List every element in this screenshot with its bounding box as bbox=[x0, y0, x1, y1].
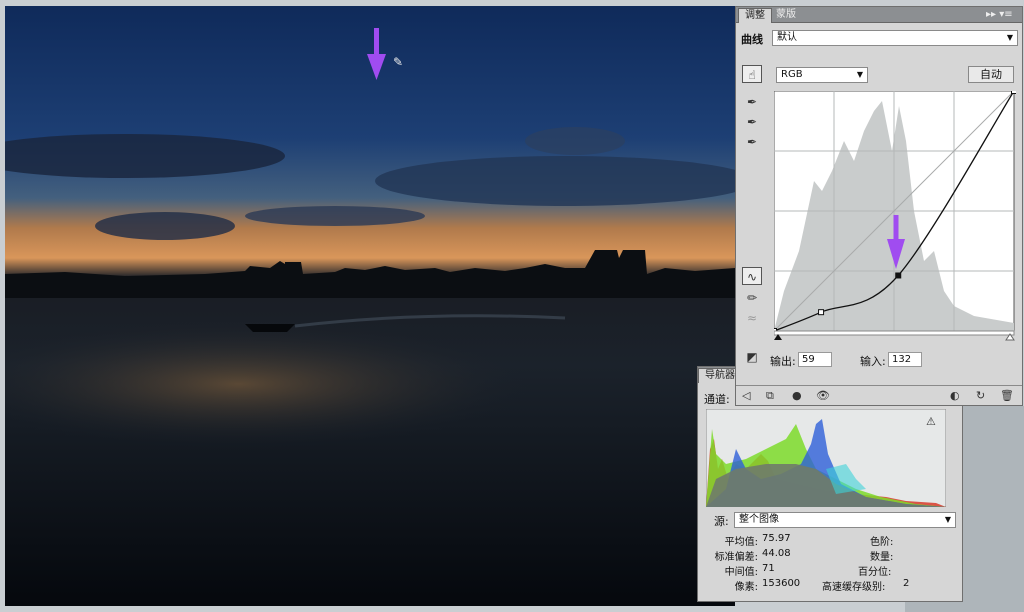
trash-icon[interactable]: 🗑 bbox=[1000, 389, 1014, 402]
panel-menu-icon[interactable]: ▸▸ ▾≡ bbox=[980, 8, 1019, 22]
source-select[interactable]: 整个图像 ▼ bbox=[734, 512, 956, 528]
median-label: 中间值: bbox=[724, 567, 758, 578]
stddev-value: 44.08 bbox=[762, 548, 791, 559]
histogram-graph bbox=[706, 409, 946, 507]
visibility-icon[interactable]: ● bbox=[792, 389, 802, 402]
source-value: 整个图像 bbox=[739, 514, 779, 525]
curves-graph[interactable] bbox=[774, 91, 1016, 341]
eyedropper-cursor-icon: ✎ bbox=[393, 55, 403, 69]
median-value: 71 bbox=[762, 563, 775, 574]
pencil-icon[interactable]: ✏ bbox=[742, 289, 762, 307]
level-label: 色阶: bbox=[870, 537, 894, 548]
clipping-display-icon[interactable]: ◩ bbox=[742, 348, 762, 366]
divider bbox=[736, 385, 1022, 386]
tab-adjustments[interactable]: 调整 bbox=[738, 8, 772, 23]
adjustments-tabbar: 调整 蒙版 ▸▸ ▾≡ bbox=[736, 7, 1022, 23]
photo-canvas[interactable]: ✎ bbox=[5, 6, 735, 606]
percentile-label: 百分位: bbox=[858, 567, 892, 578]
auto-button[interactable]: 自动 bbox=[968, 66, 1014, 83]
cloud bbox=[95, 212, 235, 240]
chevron-down-icon: ▼ bbox=[944, 515, 951, 524]
cache-level-label: 高速缓存级别: bbox=[822, 582, 886, 593]
output-field[interactable]: 59 bbox=[798, 352, 832, 367]
curve-control-point[interactable] bbox=[818, 309, 825, 316]
stddev-label: 标准偏差: bbox=[714, 552, 758, 563]
pixels-value: 153600 bbox=[762, 578, 801, 589]
cloud bbox=[245, 206, 425, 226]
preset-value: 默认 bbox=[777, 32, 797, 43]
clip-to-layer-icon[interactable]: ⧉ bbox=[766, 389, 774, 403]
curve-control-point[interactable] bbox=[1011, 91, 1017, 94]
previous-state-icon[interactable]: ◐ bbox=[950, 389, 960, 402]
black-eyedropper-icon[interactable]: ✒ bbox=[742, 93, 762, 111]
input-field[interactable]: 132 bbox=[888, 352, 922, 367]
mean-value: 75.97 bbox=[762, 533, 791, 544]
channel-label: 通道: bbox=[704, 393, 730, 406]
on-image-adjust-icon[interactable]: ☝ bbox=[742, 65, 762, 83]
count-label: 数量: bbox=[870, 552, 894, 563]
channel-select[interactable]: RGB ▼ bbox=[776, 67, 868, 83]
mean-label: 平均值: bbox=[724, 537, 758, 548]
adjustments-panel: 调整 蒙版 ▸▸ ▾≡ 曲线 默认 ▼ ☝ RGB ▼ 自动 ✒ ✒ ✒ ∿ ✏… bbox=[735, 6, 1023, 406]
channel-value: RGB bbox=[781, 69, 803, 80]
output-label: 输出: bbox=[770, 355, 796, 368]
preset-select[interactable]: 默认 ▼ bbox=[772, 30, 1018, 46]
warning-icon[interactable]: ⚠ bbox=[926, 415, 936, 428]
boat bbox=[245, 324, 295, 332]
pixels-label: 像素: bbox=[734, 582, 758, 593]
curves-title: 曲线 bbox=[741, 33, 763, 46]
white-eyedropper-icon[interactable]: ✒ bbox=[742, 133, 762, 151]
chevron-down-icon: ▼ bbox=[856, 70, 863, 79]
curve-control-point[interactable] bbox=[895, 272, 902, 279]
curve-edit-icon[interactable]: ∿ bbox=[742, 267, 762, 285]
chevron-down-icon: ▼ bbox=[1006, 33, 1013, 42]
gradient-bar bbox=[774, 330, 1015, 336]
cloud bbox=[525, 127, 625, 155]
smooth-icon[interactable]: ≈ bbox=[742, 309, 762, 327]
tab-masks[interactable]: 蒙版 bbox=[770, 8, 802, 22]
input-label: 输入: bbox=[860, 355, 886, 368]
reset-icon[interactable]: ↻ bbox=[976, 389, 985, 402]
cache-level-value: 2 bbox=[903, 578, 910, 589]
gray-eyedropper-icon[interactable]: ✒ bbox=[742, 113, 762, 131]
source-label: 源: bbox=[714, 515, 729, 528]
eye-icon[interactable]: 👁 bbox=[816, 389, 830, 402]
back-icon[interactable]: ◁ bbox=[742, 389, 750, 402]
sunset-photo: ✎ bbox=[5, 6, 735, 606]
